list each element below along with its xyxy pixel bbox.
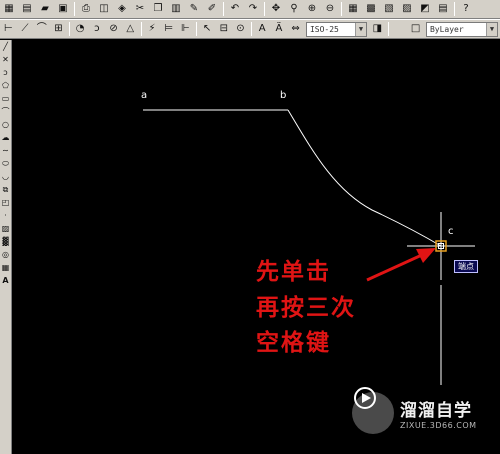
point-label-c: c [448,226,454,237]
match-properties-icon[interactable]: ✎ [186,2,202,17]
draw-toolbar: ╱ ✕ ↄ ⬠ ▭ ⌒ ○ ☁ ∼ ⬭ ◡ ⧉ ◰ · ▨ ▓ ◎ ▦ A [0,40,12,454]
construction-line-icon[interactable]: ✕ [0,54,11,65]
zoom-window-icon[interactable]: ⊕ [304,2,320,17]
annotation-line-2: 再按三次 [256,295,356,321]
color-swatch-icon[interactable]: □ [408,22,423,37]
calculator-icon[interactable]: ▤ [435,2,451,17]
annotation-line-3: 空格键 [256,330,331,356]
toolbar-separator [140,22,142,36]
annotation-line-1: 先单击 [256,259,331,285]
sheet-set-icon[interactable]: ▨ [399,2,415,17]
pan-icon[interactable]: ✥ [268,2,284,17]
spline-icon[interactable]: ∼ [0,145,11,156]
dim-edit-icon[interactable]: A [255,22,270,37]
standard-toolbar: ▦ ▤ ▰ ▣ ⎙ ◫ ◈ ✂ ❐ ▥ ✎ ✐ ↶ ↷ ✥ ⚲ ⊕ ⊖ ▦ ▩ … [0,0,500,19]
table-icon[interactable]: ▦ [0,262,11,273]
toolbar-separator [74,2,75,16]
linear-dim-icon[interactable]: ⊢ [1,22,16,37]
chevron-down-icon[interactable]: ▼ [486,22,498,36]
dim-style-icon[interactable]: ◨ [370,22,385,37]
copy-icon[interactable]: ❐ [150,2,166,17]
center-mark-icon[interactable]: ⊙ [233,22,248,37]
polygon-icon[interactable]: ⬠ [0,80,11,91]
toolbar-separator [454,2,455,16]
toolbar-separator [250,22,252,36]
publish-icon[interactable]: ◈ [114,2,130,17]
tool-palettes-icon[interactable]: ▧ [381,2,397,17]
toolbar-separator [341,2,342,16]
zoom-realtime-icon[interactable]: ⚲ [286,2,302,17]
drawing-canvas[interactable]: a b c 端点 先单击 再按三次 空格键 溜溜自学 ZIXUE.3D66.CO… [12,40,500,454]
hatch-icon[interactable]: ▨ [0,223,11,234]
revision-cloud-icon[interactable]: ☁ [0,132,11,143]
watermark-text: 溜溜自学 ZIXUE.3D66.COM [400,396,477,430]
dim-update-icon[interactable]: ⇔ [288,22,303,37]
design-center-icon[interactable]: ▩ [363,2,379,17]
chevron-down-icon[interactable]: ▼ [355,22,366,36]
make-block-icon[interactable]: ◰ [0,197,11,208]
zoom-previous-icon[interactable]: ⊖ [322,2,338,17]
layer-combo-value: ByLayer [429,24,464,34]
quick-leader-icon[interactable]: ↖ [200,22,215,37]
line-icon[interactable]: ╱ [0,41,11,52]
dim-text-edit-icon[interactable]: Ä [272,22,287,37]
help-icon[interactable]: ? [458,2,474,17]
continue-dim-icon[interactable]: ⊩ [178,22,193,37]
angular-dim-icon[interactable]: △ [123,22,138,37]
ordinate-dim-icon[interactable]: ⊞ [51,22,66,37]
toolbar-separator [68,22,70,36]
aligned-dim-icon[interactable]: ⟋ [18,22,33,37]
toolbar-separator [264,2,265,16]
grid-icon[interactable]: ▦ [1,2,17,17]
annotation-arrow [366,252,425,282]
region-icon[interactable]: ◎ [0,249,11,260]
toolbar-separator [387,22,389,36]
ellipse-icon[interactable]: ⬭ [0,158,11,169]
save-icon[interactable]: ▣ [55,2,71,17]
toolbar-separator [195,22,197,36]
rectangle-icon[interactable]: ▭ [0,93,11,104]
quick-dim-icon[interactable]: ⚡ [145,22,160,37]
arc-length-icon[interactable]: ⌒ [34,22,49,37]
point-label-a: a [141,90,148,101]
watermark: 溜溜自学 ZIXUE.3D66.COM [352,385,488,441]
dimstyle-value: ISO-25 [309,24,339,34]
diameter-dim-icon[interactable]: ⊘ [106,22,121,37]
properties-icon[interactable]: ▦ [345,2,361,17]
ellipse-arc-icon[interactable]: ◡ [0,171,11,182]
redo-icon[interactable]: ↷ [245,2,261,17]
paste-icon[interactable]: ▥ [168,2,184,17]
mtext-icon[interactable]: A [0,275,11,286]
snap-tooltip: 端点 [454,260,478,273]
insert-block-icon[interactable]: ⧉ [0,184,11,195]
layer-combo[interactable]: ByLayer ▼ [425,21,499,37]
cut-icon[interactable]: ✂ [132,2,148,17]
arc-icon[interactable]: ⌒ [0,106,11,117]
point-icon[interactable]: · [0,210,11,221]
print-icon[interactable]: ⎙ [78,2,94,17]
markup-icon[interactable]: ◩ [417,2,433,17]
radius-dim-icon[interactable]: ◔ [73,22,88,37]
dimension-toolbar: ⊢ ⟋ ⌒ ⊞ ◔ ↄ ⊘ △ ⚡ ⊨ ⊩ ↖ ⊟ ⊙ A Ä ⇔ ISO-25… [0,19,500,39]
brush-icon[interactable]: ✐ [204,2,220,17]
watermark-url: ZIXUE.3D66.COM [400,421,477,430]
dimstyle-combo[interactable]: ISO-25 ▼ [305,21,367,37]
play-logo-icon [352,387,394,434]
circle-icon[interactable]: ○ [0,119,11,130]
baseline-dim-icon[interactable]: ⊨ [161,22,176,37]
tolerance-icon[interactable]: ⊟ [216,22,231,37]
gradient-icon[interactable]: ▓ [0,236,11,247]
toolbar-separator [223,2,224,16]
point-label-b: b [280,90,287,101]
jogged-dim-icon[interactable]: ↄ [90,22,105,37]
polyline-icon[interactable]: ↄ [0,67,11,78]
watermark-name: 溜溜自学 [400,401,472,421]
spline-bc[interactable] [287,109,442,247]
undo-icon[interactable]: ↶ [227,2,243,17]
print-preview-icon[interactable]: ◫ [96,2,112,17]
new-file-icon[interactable]: ▤ [19,2,35,17]
open-folder-icon[interactable]: ▰ [37,2,53,17]
